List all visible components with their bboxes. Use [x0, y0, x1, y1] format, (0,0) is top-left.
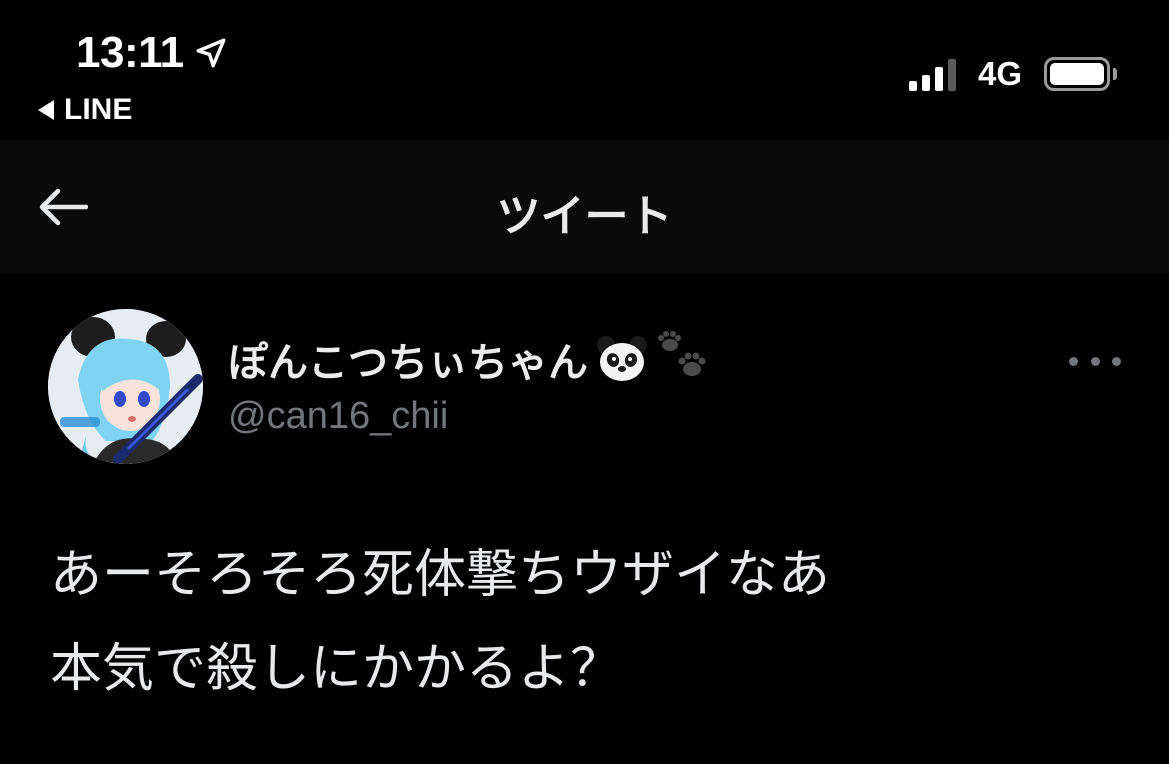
status-indicators: 4G: [908, 55, 1117, 93]
time-text: 13:11: [76, 28, 184, 77]
status-time: 13:11: [76, 28, 228, 78]
back-app-label: LINE: [64, 93, 133, 126]
back-to-app-button[interactable]: LINE: [38, 93, 132, 127]
back-triangle-icon: [38, 100, 54, 120]
author-handle[interactable]: @can16_chii: [228, 395, 448, 438]
cellular-signal-icon: [908, 57, 956, 91]
author-display-name[interactable]: ぽんこつちぃちゃん: [228, 330, 712, 388]
tweet-body: あーそろそろ死体撃ちウザイなあ 本気で殺しにかかるよ？: [50, 528, 1130, 716]
tweet-text-line: あーそろそろ死体撃ちウザイなあ: [50, 545, 831, 605]
more-options-button[interactable]: [1069, 348, 1121, 374]
location-arrow-icon: [196, 38, 226, 68]
avatar[interactable]: [48, 309, 203, 464]
panda-face-icon: [597, 336, 647, 381]
more-dot-icon: [1069, 356, 1078, 366]
paw-prints-icon: [658, 331, 706, 376]
page-title: ツイート: [496, 192, 673, 241]
top-nav-bar: ツイート: [0, 140, 1169, 274]
tweet-text-line: 本気で殺しにかかるよ？: [50, 639, 623, 699]
display-name-text: ぽんこつちぃちゃん: [228, 341, 588, 385]
more-dot-icon: [1112, 356, 1121, 366]
battery-icon: [1044, 57, 1117, 91]
avatar-image: [48, 309, 203, 464]
screen: 13:11 LINE 4G ツイート ぽんこつちぃちゃん @can16_chii…: [0, 0, 1169, 764]
more-dot-icon: [1090, 356, 1100, 366]
network-type: 4G: [977, 55, 1022, 92]
